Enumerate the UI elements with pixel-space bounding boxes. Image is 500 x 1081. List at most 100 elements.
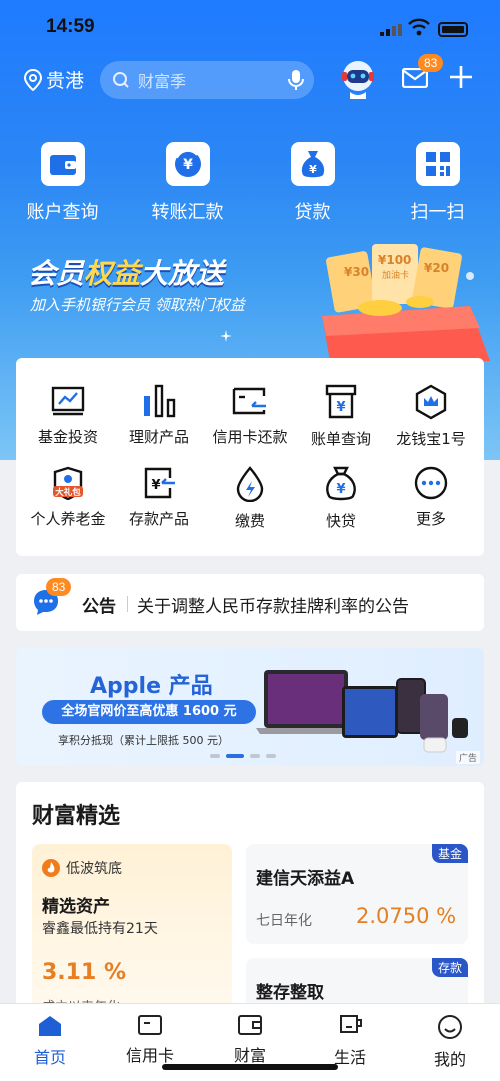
nav-label: 信用卡 <box>125 1046 174 1065</box>
nav-credit-card[interactable]: 信用卡 <box>100 1014 200 1066</box>
home-icon <box>39 1016 61 1036</box>
service-bill-query[interactable]: ¥ 账单查询 <box>294 384 388 449</box>
drop-bolt-icon <box>236 466 264 502</box>
nav-label: 生活 <box>333 1048 366 1067</box>
service-label: 更多 <box>415 510 446 528</box>
wallet-icon <box>238 1015 262 1035</box>
service-grid: 基金投资 理财产品 信用卡还款 ¥ 账单查询 龙钱宝1号 大礼包 个人养老金 ¥… <box>16 358 484 556</box>
announcement-label: 公告 <box>82 597 116 617</box>
shortcut-scan[interactable]: 扫一扫 <box>375 142 500 224</box>
nav-mine[interactable]: 我的 <box>400 1014 500 1070</box>
credit-card-icon <box>138 1015 162 1035</box>
pension-gift-tag: 大礼包 <box>55 487 81 498</box>
nav-life[interactable]: 生活 <box>300 1014 400 1068</box>
quick-loan-icon: ¥ <box>326 466 356 501</box>
pension-icon: 大礼包 <box>53 466 83 500</box>
wealth-featured-card[interactable]: 低波筑底 精选资产 睿鑫最低持有21天 3.11 % 成立以来年化 <box>32 844 232 1024</box>
scan-icon <box>415 142 460 186</box>
service-more[interactable]: 更多 <box>384 466 478 529</box>
service-label: 信用卡还款 <box>212 428 288 446</box>
shortcut-label: 扫一扫 <box>410 202 465 223</box>
wifi-icon <box>408 18 430 36</box>
shortcut-account-query[interactable]: 账户查询 <box>0 142 125 224</box>
location-pin-icon <box>24 68 42 91</box>
search-input[interactable]: 财富季 <box>100 61 314 99</box>
shortcut-label: 贷款 <box>294 202 331 223</box>
top-bar: 贵港 财富季 83 <box>0 54 500 104</box>
location-selector[interactable]: 贵港 <box>24 66 84 93</box>
status-time: 14:59 <box>46 16 95 37</box>
svg-text:¥: ¥ <box>336 400 345 415</box>
service-wealth-products[interactable]: 理财产品 <box>112 384 206 447</box>
service-deposit[interactable]: ¥ 存款产品 <box>112 466 206 529</box>
shortcut-loan[interactable]: ¥ 贷款 <box>250 142 375 224</box>
deposit-name: 整存整取 <box>256 983 324 1003</box>
service-label: 理财产品 <box>128 428 189 446</box>
assistant-robot-icon[interactable] <box>340 58 376 100</box>
wealth-fund-card[interactable]: 基金 建信天添益A 七日年化 2.0750 % <box>246 844 468 944</box>
cup-icon <box>340 1015 362 1033</box>
plus-icon[interactable] <box>448 64 474 90</box>
service-fund[interactable]: 基金投资 <box>21 384 115 447</box>
fund-rate-label: 七日年化 <box>256 913 312 929</box>
apple-ad-banner[interactable]: Apple 产品 全场官网价至高优惠 1600 元 享积分抵现（累计上限抵 50… <box>16 648 484 766</box>
shortcut-transfer[interactable]: ¥ 转账汇款 <box>125 142 250 224</box>
status-bar: 14:59 <box>0 10 500 46</box>
carousel-dot-active <box>226 754 244 758</box>
ad-highlight: 全场官网价至高优惠 1600 元 <box>42 700 256 724</box>
svg-text:¥: ¥ <box>336 482 345 497</box>
fund-rate-value: 2.0750 % <box>356 904 457 928</box>
svg-text:¥: ¥ <box>151 478 160 493</box>
message-button[interactable]: 83 <box>401 54 444 92</box>
coupon-20: ¥20 <box>424 261 449 275</box>
member-promo-banner[interactable]: 会员权益大放送 加入手机银行会员 领取热门权益 ¥30 ¥100 加油卡 ¥20 <box>0 232 500 361</box>
featured-name: 精选资产 <box>42 897 110 917</box>
featured-rate: 3.11 % <box>42 960 126 985</box>
service-credit-repay[interactable]: 信用卡还款 <box>203 384 297 447</box>
coupon-30: ¥30 <box>344 265 369 279</box>
location-label: 贵港 <box>46 70 85 92</box>
flame-icon <box>42 859 60 877</box>
crown-shield-icon <box>415 384 447 420</box>
nav-label: 财富 <box>233 1046 266 1065</box>
apple-products-illustration <box>256 670 468 753</box>
gift-box-illustration: ¥30 ¥100 加油卡 ¥20 <box>322 244 490 361</box>
service-payment[interactable]: 缴费 <box>203 466 297 531</box>
service-longqianbao[interactable]: 龙钱宝1号 <box>384 384 478 449</box>
promo-title: 会员权益大放送 <box>28 257 225 290</box>
service-quick-loan[interactable]: ¥ 快贷 <box>294 466 388 531</box>
deposit-icon: ¥ <box>144 467 175 499</box>
service-pension[interactable]: 大礼包 个人养老金 <box>21 466 115 529</box>
service-label: 存款产品 <box>128 510 189 528</box>
service-label: 快贷 <box>325 512 356 530</box>
service-label: 个人养老金 <box>30 510 106 528</box>
announcement-bar[interactable]: 83 公告 关于调整人民币存款挂牌利率的公告 <box>16 574 484 631</box>
coupon-100: ¥100 <box>378 253 411 267</box>
ad-title: Apple 产品 <box>90 674 213 699</box>
ad-tag: 广告 <box>455 751 480 764</box>
featured-tag: 低波筑底 <box>42 858 122 878</box>
chart-board-icon <box>51 386 85 416</box>
wealth-title: 财富精选 <box>32 804 121 829</box>
fund-name: 建信天添益A <box>256 869 355 889</box>
service-label: 缴费 <box>234 512 265 530</box>
search-icon <box>113 72 129 88</box>
announcement-badge: 83 <box>46 578 72 596</box>
nav-home[interactable]: 首页 <box>0 1014 100 1068</box>
search-placeholder: 财富季 <box>138 72 187 91</box>
money-bag-icon: ¥ <box>290 142 335 186</box>
nav-wealth[interactable]: 财富 <box>200 1014 300 1066</box>
card-icon <box>232 387 266 415</box>
microphone-icon[interactable] <box>288 69 304 91</box>
promo-subtitle: 加入手机银行会员 领取热门权益 <box>30 296 245 314</box>
ad-note: 享积分抵现（累计上限抵 500 元） <box>58 734 229 747</box>
featured-desc: 睿鑫最低持有21天 <box>42 921 158 937</box>
bar-chart-icon <box>144 384 176 418</box>
home-indicator <box>162 1064 338 1070</box>
shortcut-label: 转账汇款 <box>151 202 224 223</box>
carousel-dot <box>266 754 276 758</box>
shortcut-label: 账户查询 <box>26 202 99 223</box>
smile-icon <box>438 1015 462 1039</box>
page: 14:59 贵港 财富季 83 账户查询 ¥ 转账汇款 ¥ 贷款 扫一扫 会员权… <box>0 0 500 1081</box>
bill-icon: ¥ <box>325 384 357 419</box>
